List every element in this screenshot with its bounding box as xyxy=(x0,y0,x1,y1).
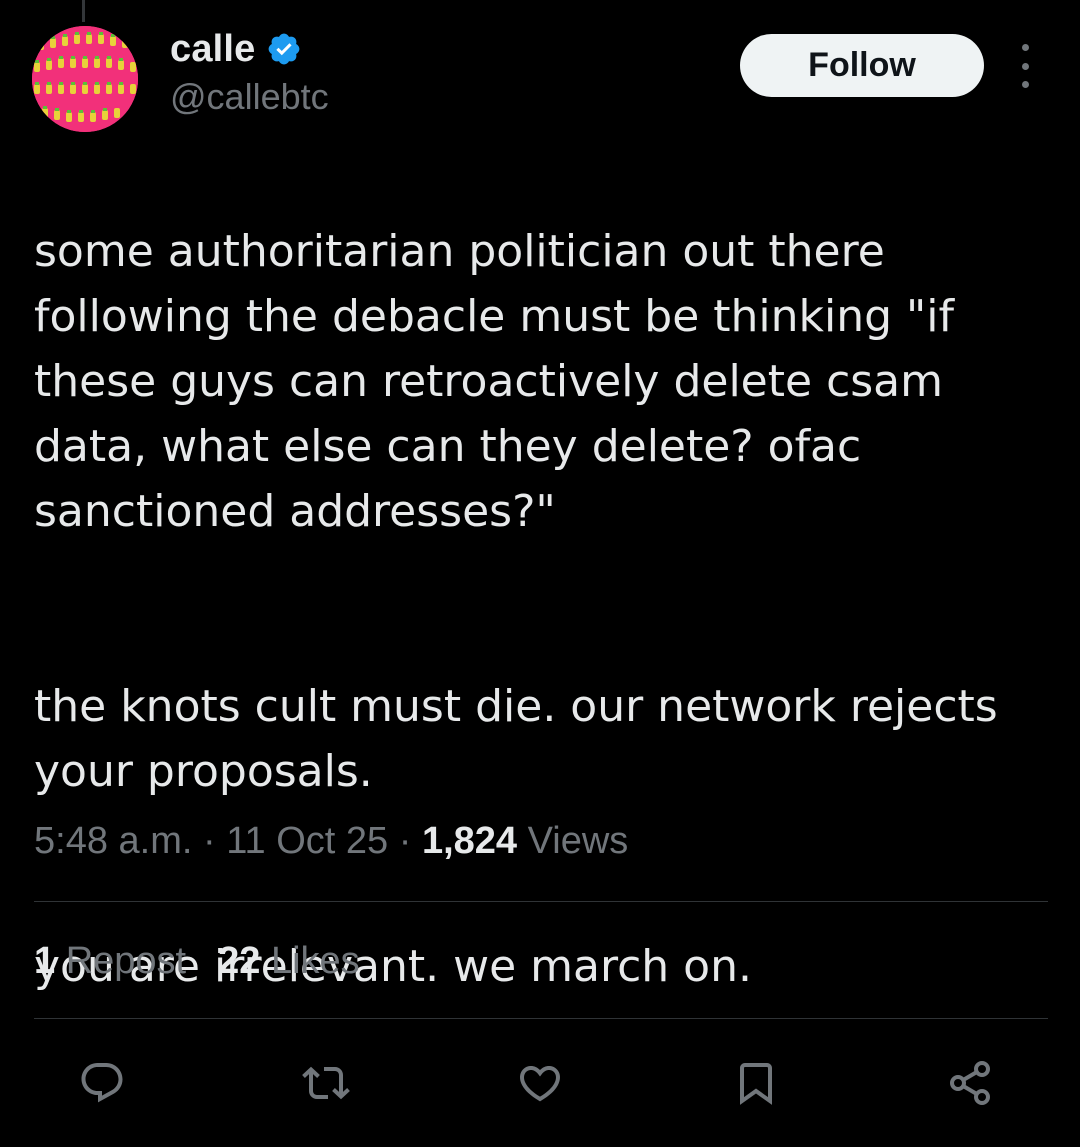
views-label: Views xyxy=(517,820,629,862)
reply-icon xyxy=(81,1063,123,1103)
tweet-meta: 5:48 a.m. · 11 Oct 25 · 1,824 Views xyxy=(34,820,628,863)
share-icon xyxy=(950,1061,990,1105)
more-options-icon[interactable] xyxy=(1010,44,1040,88)
meta-separator: · xyxy=(192,820,227,862)
divider xyxy=(34,901,1048,902)
more-dot xyxy=(1021,62,1029,70)
views-count: 1,824 xyxy=(421,820,518,862)
repost-icon xyxy=(302,1066,350,1100)
tweet-text: some authoritarian politician out there … xyxy=(34,154,1044,1064)
author-handle[interactable]: @callebtc xyxy=(170,76,329,118)
share-button[interactable] xyxy=(942,1055,998,1111)
action-bar xyxy=(0,1055,1080,1115)
like-button[interactable] xyxy=(512,1055,568,1111)
bookmark-button[interactable] xyxy=(728,1055,784,1111)
reposts-count: 1 xyxy=(34,940,56,982)
more-dot xyxy=(1021,44,1029,51)
more-dot xyxy=(1021,81,1029,88)
avatar[interactable] xyxy=(32,26,138,132)
divider xyxy=(34,1018,1048,1019)
reply-button[interactable] xyxy=(74,1055,130,1111)
follow-button[interactable]: Follow xyxy=(740,34,984,97)
tweet-paragraph: the knots cult must die. our network rej… xyxy=(34,681,998,797)
author-name-row[interactable]: calle xyxy=(170,26,302,72)
engagement-stats: 1 Repost 22 Likes xyxy=(34,940,360,983)
meta-separator: · xyxy=(388,820,422,862)
tweet-paragraph: some authoritarian politician out there … xyxy=(34,226,954,537)
avatar-pattern xyxy=(32,26,138,132)
tweet-date[interactable]: 11 Oct 25 xyxy=(226,820,388,862)
reposts-label: Repost xyxy=(55,940,187,982)
tweet-time[interactable]: 5:48 a.m. xyxy=(34,820,192,862)
likes-count: 22 xyxy=(218,940,261,982)
like-icon xyxy=(519,1066,561,1102)
author-display-name[interactable]: calle xyxy=(170,28,256,71)
bookmark-icon xyxy=(740,1063,772,1105)
thread-connector-line xyxy=(82,0,85,22)
verified-badge-icon[interactable] xyxy=(266,31,302,67)
repost-button[interactable] xyxy=(298,1055,354,1111)
reposts-stat[interactable]: 1 Repost xyxy=(34,940,186,983)
likes-stat[interactable]: 22 Likes xyxy=(218,940,360,983)
likes-label: Likes xyxy=(260,940,360,982)
